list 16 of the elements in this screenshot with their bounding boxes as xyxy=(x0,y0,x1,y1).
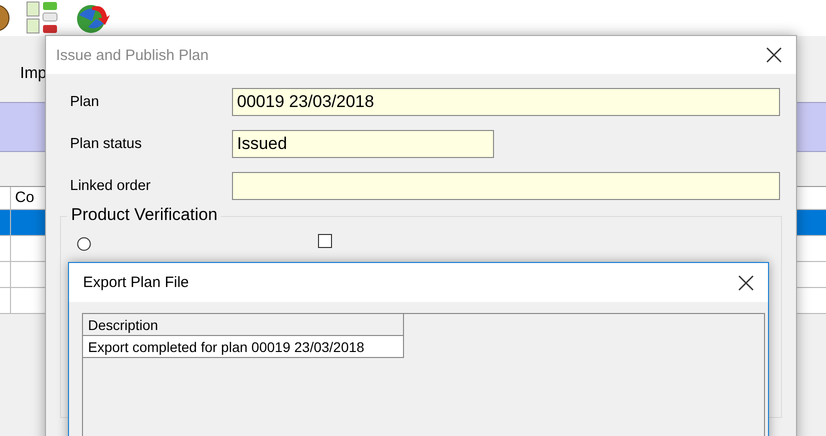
field-label: Plan status xyxy=(70,136,143,152)
field-label: Linked order xyxy=(70,178,152,194)
text-field[interactable] xyxy=(232,172,780,200)
text-field[interactable]: 00019 23/03/2018 xyxy=(232,88,780,116)
text-field[interactable]: Issued xyxy=(232,130,494,158)
window-title: Issue and Publish Plan xyxy=(56,46,209,64)
list-icon[interactable] xyxy=(26,1,60,35)
window-title: Export Plan File xyxy=(83,274,189,291)
checkbox[interactable] xyxy=(318,234,332,248)
table-cell: Export completed for plan 00019 23/03/2018 xyxy=(83,336,404,358)
close-icon[interactable] xyxy=(766,47,782,63)
column-header[interactable]: Description xyxy=(83,314,404,336)
radio-button[interactable] xyxy=(77,237,91,251)
field-label: Plan xyxy=(70,94,100,110)
column-header[interactable]: Co xyxy=(11,187,34,209)
close-icon[interactable] xyxy=(738,274,754,290)
